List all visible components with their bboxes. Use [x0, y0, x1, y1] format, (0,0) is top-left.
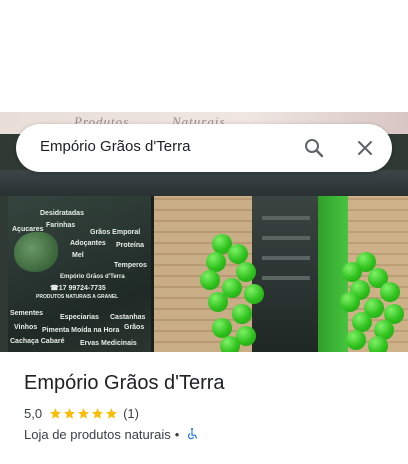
window-text: Adoçantes — [70, 240, 106, 247]
balloon — [208, 292, 228, 312]
window-text: ☎17 99724-7735 — [50, 285, 106, 292]
balloon — [368, 336, 388, 352]
window-text: Mel — [72, 252, 84, 259]
balloon — [212, 318, 232, 338]
place-title: Empório Grãos d'Terra — [24, 372, 225, 394]
search-input[interactable]: Empório Grãos d'Terra — [40, 138, 190, 155]
rating-stars — [49, 407, 119, 420]
shelf — [262, 256, 310, 260]
shelf — [262, 276, 310, 280]
window-text: Ervas Medicinais — [80, 340, 137, 347]
star-icon — [106, 407, 117, 419]
balloon — [352, 312, 372, 332]
shelf — [262, 236, 310, 240]
window-text: Vinhos — [14, 324, 38, 331]
review-count[interactable]: (1) — [123, 406, 139, 421]
window-text: Cachaça Cabaré — [10, 338, 65, 345]
window-text: Farinhas — [46, 222, 76, 229]
window-text: Grãos — [124, 324, 145, 331]
rating-row[interactable]: 5,0 (1) — [24, 405, 139, 421]
window-text: Sementes — [10, 310, 44, 317]
wheelchair-accessible-icon — [188, 428, 198, 440]
place-category: Loja de produtos naturais — [24, 426, 171, 442]
window-text: Proteína — [116, 242, 145, 249]
window-text: PRODUTOS NATURAIS A GRANEL — [36, 294, 119, 300]
plant-logo — [14, 232, 58, 272]
category-row: Loja de produtos naturais • — [24, 426, 199, 442]
search-bar[interactable]: Empório Grãos d'Terra — [16, 124, 392, 172]
search-icon[interactable] — [302, 136, 326, 160]
window-text: Empório Grãos d'Terra — [60, 274, 125, 280]
top-blank-area — [0, 0, 408, 112]
star-icon — [78, 407, 89, 419]
balloon — [206, 252, 226, 272]
balloon — [244, 284, 264, 304]
balloon — [342, 262, 362, 282]
balloon — [236, 262, 256, 282]
star-icon — [64, 407, 75, 419]
balloon — [346, 330, 366, 350]
star-icon — [92, 407, 103, 419]
separator-dot: • — [174, 426, 180, 442]
window-text: Desidratadas — [40, 210, 84, 217]
shelf — [262, 216, 310, 220]
balloon — [200, 270, 220, 290]
balloon — [380, 282, 400, 302]
window-text: Especiarias — [60, 314, 99, 321]
window-text: Grãos Emporal — [90, 229, 141, 236]
balloon — [220, 336, 240, 352]
balloon — [228, 244, 248, 264]
window-text: Pimenta Moída na Hora — [42, 327, 120, 334]
star-icon — [50, 407, 61, 419]
place-info-panel[interactable]: Empório Grãos d'Terra 5,0 (1) Loja de pr… — [0, 352, 408, 464]
window-text: Açucares — [12, 226, 44, 233]
balloon — [232, 304, 252, 324]
window-text: Temperos — [114, 262, 147, 269]
rating-value: 5,0 — [24, 405, 43, 421]
close-icon[interactable] — [353, 136, 377, 160]
balloon — [340, 292, 360, 312]
window-text: Castanhas — [110, 314, 146, 321]
storefront-awning — [0, 170, 408, 196]
